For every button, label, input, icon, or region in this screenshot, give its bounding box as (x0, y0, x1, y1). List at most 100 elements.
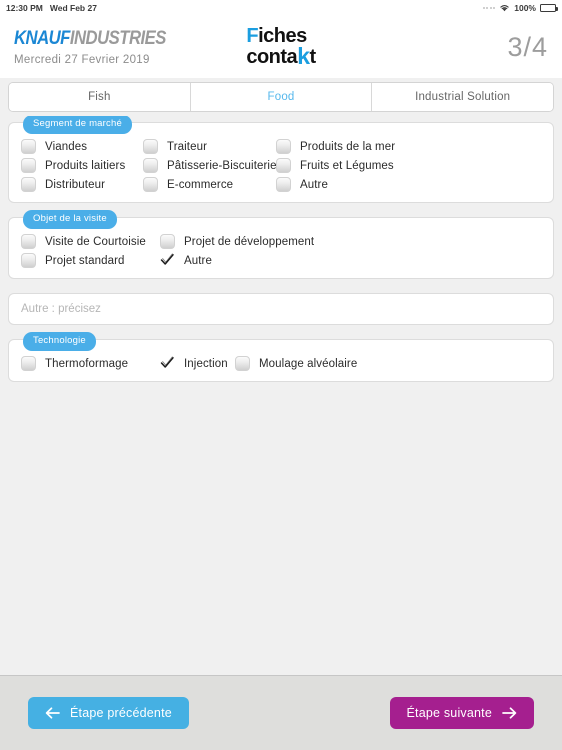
logo-t-letter: t (309, 46, 316, 69)
checkbox-label: Projet de développement (184, 235, 315, 248)
checkbox-label: Moulage alvéolaire (259, 357, 358, 370)
page-indicator: 3/4 (507, 31, 548, 62)
checkbox-label: Visite de Courtoisie (45, 235, 146, 248)
checkbox-item-e-commerce[interactable]: E-commerce (143, 177, 276, 192)
logo-f-letter: F (246, 25, 259, 48)
checkbox-label: Projet standard (45, 254, 125, 267)
form-content: Segment de marché Viandes Traiteur Produ… (0, 116, 562, 675)
status-bar-date: Wed Feb 27 (49, 3, 97, 13)
status-bar-right: 100% (482, 3, 558, 13)
checkbox-item-projet-de-developpement[interactable]: Projet de développement (160, 234, 314, 249)
wifi-icon (500, 5, 509, 12)
checkbox-grid: Viandes Traiteur Produits de la mer Prod (21, 139, 541, 192)
logo-line-2: contakt (246, 43, 316, 70)
checkbox-item-viandes[interactable]: Viandes (21, 139, 143, 154)
logo-conta-text: conta (246, 46, 298, 69)
checkbox-unchecked-icon[interactable] (276, 158, 291, 173)
checkbox-label: Traiteur (167, 140, 207, 153)
section-title-badge: Segment de marché (23, 116, 132, 134)
checkbox-unchecked-icon[interactable] (21, 177, 36, 192)
previous-step-label: Étape précédente (70, 706, 172, 720)
app-header: KNAUFINDUSTRIES Mercredi 27 Fevrier 2019… (0, 16, 562, 78)
checkbox-label: Produits de la mer (300, 140, 396, 153)
checkbox-item-produits-laitiers[interactable]: Produits laitiers (21, 158, 143, 173)
checkbox-item-patisserie-biscuiterie[interactable]: Pâtisserie-Biscuiterie (143, 158, 276, 173)
checkbox-unchecked-icon[interactable] (21, 253, 36, 268)
tab-food[interactable]: Food (190, 83, 373, 111)
checkbox-label: Distributeur (45, 178, 105, 191)
section-objet-de-la-visite: Objet de la visite Visite de Courtoisie … (8, 210, 554, 279)
checkbox-item-fruits-et-legumes[interactable]: Fruits et Légumes (276, 158, 394, 173)
checkbox-grid: Thermoformage Injection Moulage alvéolai… (21, 356, 541, 371)
signal-dots-icon (482, 7, 496, 9)
checkbox-grid: Visite de Courtoisie Projet de développe… (21, 234, 541, 268)
brand-name-primary: KNAUF (14, 27, 70, 49)
checkbox-unchecked-icon[interactable] (276, 177, 291, 192)
checkbox-unchecked-icon[interactable] (143, 139, 158, 154)
tab-industrial-solution[interactable]: Industrial Solution (372, 83, 553, 111)
checkbox-label: Injection (184, 357, 228, 370)
previous-step-button[interactable]: Étape précédente (28, 697, 189, 729)
next-step-label: Étape suivante (406, 706, 492, 720)
battery-full-icon (540, 4, 558, 12)
brand-block: KNAUFINDUSTRIES Mercredi 27 Fevrier 2019 (14, 29, 204, 66)
checkbox-label: Fruits et Légumes (300, 159, 394, 172)
checkbox-row: Distributeur E-commerce Autre (21, 177, 541, 192)
checkbox-label: E-commerce (167, 178, 234, 191)
checkbox-item-thermoformage[interactable]: Thermoformage (21, 356, 160, 371)
status-bar: 12:30 PM Wed Feb 27 100% (0, 0, 562, 16)
checkbox-unchecked-icon[interactable] (21, 234, 36, 249)
fiches-contakt-logo: Fiches contakt (246, 25, 316, 70)
checkbox-item-projet-standard[interactable]: Projet standard (21, 253, 160, 268)
checkbox-label: Pâtisserie-Biscuiterie (167, 159, 277, 172)
app-root: 12:30 PM Wed Feb 27 100% KNAUFINDUSTRIES… (0, 0, 562, 750)
status-bar-left: 12:30 PM Wed Feb 27 (6, 3, 97, 13)
status-bar-time: 12:30 PM (6, 3, 43, 13)
checkmark-checked-icon[interactable] (160, 253, 175, 268)
checkbox-item-autre-objet[interactable]: Autre (160, 253, 212, 268)
checkbox-row: Projet standard Autre (21, 253, 541, 268)
checkbox-label: Thermoformage (45, 357, 129, 370)
checkbox-label: Viandes (45, 140, 88, 153)
section-title-badge: Objet de la visite (23, 210, 117, 229)
autre-precisez-input[interactable] (8, 293, 554, 325)
tab-fish[interactable]: Fish (9, 83, 191, 111)
checkbox-unchecked-icon[interactable] (143, 177, 158, 192)
checkbox-row: Thermoformage Injection Moulage alvéolai… (21, 356, 541, 371)
checkbox-item-produits-de-la-mer[interactable]: Produits de la mer (276, 139, 395, 154)
section-segment-de-marche: Segment de marché Viandes Traiteur Produ… (8, 116, 554, 203)
section-technologie: Technologie Thermoformage Injection Moul… (8, 332, 554, 382)
checkbox-unchecked-icon[interactable] (143, 158, 158, 173)
checkbox-label: Produits laitiers (45, 159, 126, 172)
section-title-badge: Technologie (23, 332, 96, 351)
checkbox-unchecked-icon[interactable] (276, 139, 291, 154)
checkbox-unchecked-icon[interactable] (21, 356, 36, 371)
checkbox-unchecked-icon[interactable] (21, 139, 36, 154)
checkbox-unchecked-icon[interactable] (21, 158, 36, 173)
checkbox-row: Viandes Traiteur Produits de la mer (21, 139, 541, 154)
checkbox-item-moulage-alveolaire[interactable]: Moulage alvéolaire (235, 356, 357, 371)
logo-k-letter: k (297, 43, 310, 70)
header-date: Mercredi 27 Fevrier 2019 (14, 53, 150, 66)
battery-percent-label: 100% (514, 3, 536, 13)
checkbox-unchecked-icon[interactable] (160, 234, 175, 249)
checkbox-item-visite-de-courtoisie[interactable]: Visite de Courtoisie (21, 234, 160, 249)
checkbox-row: Visite de Courtoisie Projet de développe… (21, 234, 541, 249)
next-step-button[interactable]: Étape suivante (389, 697, 534, 729)
checkmark-checked-icon[interactable] (160, 356, 175, 371)
checkbox-item-autre-segment[interactable]: Autre (276, 177, 328, 192)
brand-name-secondary: INDUSTRIES (69, 27, 167, 49)
arrow-right-icon (502, 707, 517, 719)
checkbox-unchecked-icon[interactable] (235, 356, 250, 371)
checkbox-label: Autre (300, 178, 328, 191)
tab-bar-wrapper: Fish Food Industrial Solution (0, 78, 562, 116)
footer-bar: Étape précédente Étape suivante (0, 675, 562, 750)
checkbox-label: Autre (184, 254, 212, 267)
checkbox-row: Produits laitiers Pâtisserie-Biscuiterie… (21, 158, 541, 173)
checkbox-item-distributeur[interactable]: Distributeur (21, 177, 143, 192)
arrow-left-icon (45, 707, 60, 719)
checkbox-item-injection[interactable]: Injection (160, 356, 235, 371)
tab-bar: Fish Food Industrial Solution (8, 82, 554, 112)
knauf-industries-logo: KNAUFINDUSTRIES (14, 29, 181, 48)
checkbox-item-traiteur[interactable]: Traiteur (143, 139, 276, 154)
